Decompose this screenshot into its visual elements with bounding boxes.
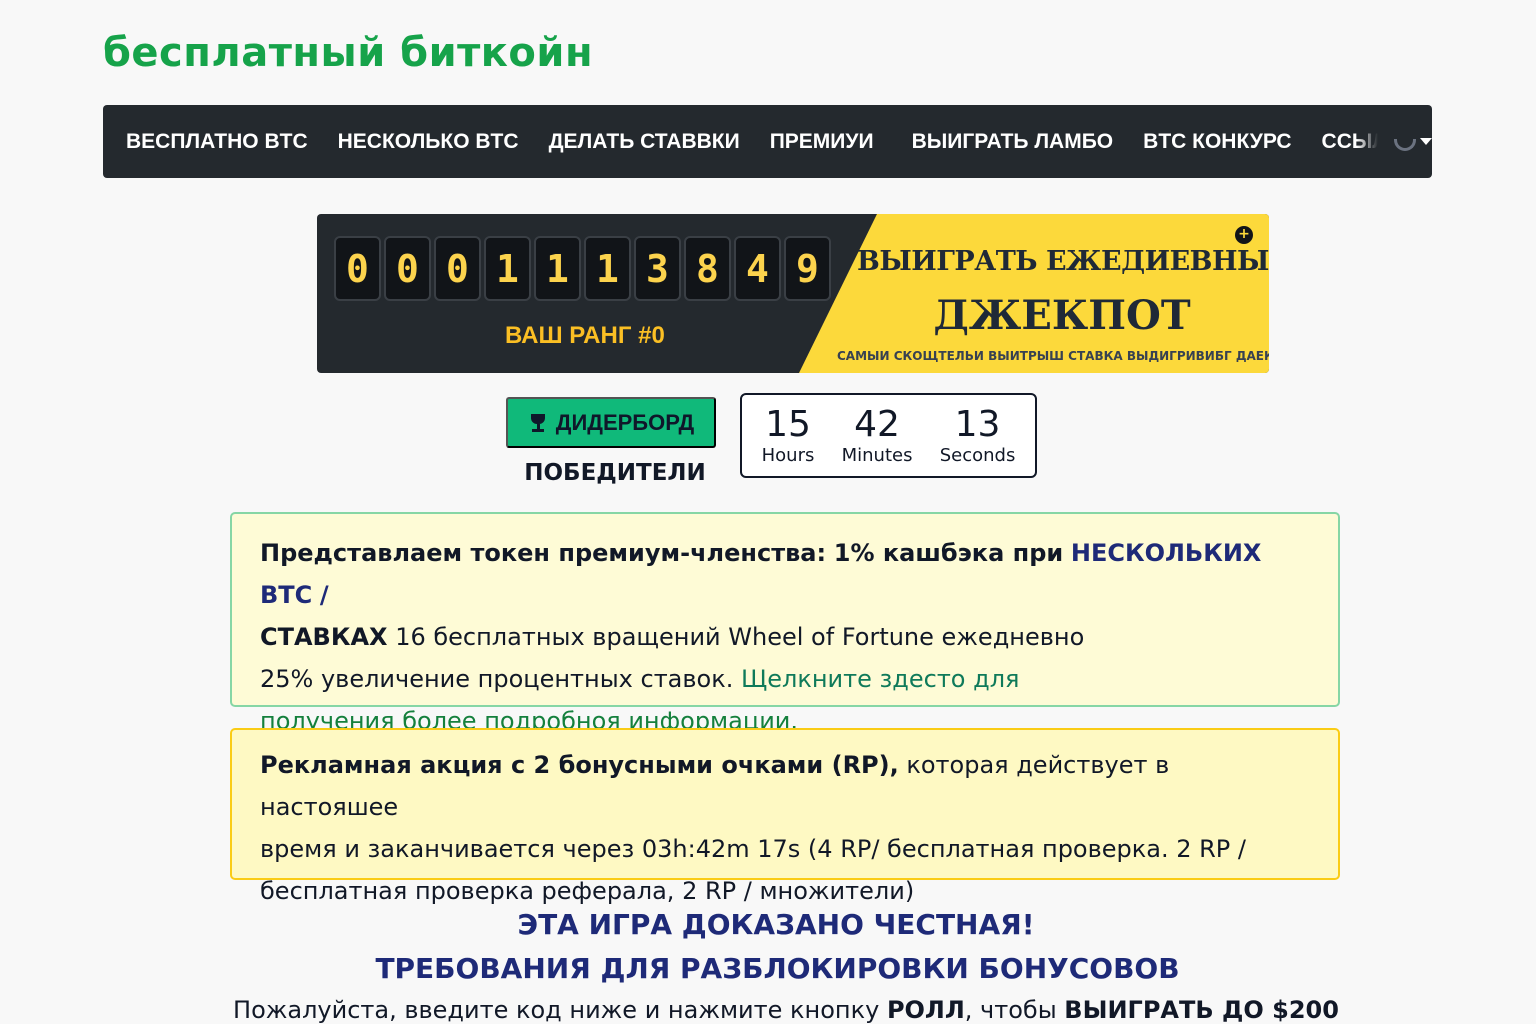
jackpot-subtitle: САМЫИ СКОЩТЕЛЬИ ВЫИТРЫШ СТАВКА ВЫДИГРИВИ… bbox=[837, 349, 1269, 363]
jackpot-digit: 0 bbox=[334, 236, 381, 301]
winners-link[interactable]: ПОБЕДИТЕЛИ bbox=[506, 460, 724, 486]
jackpot-digit: 3 bbox=[634, 236, 681, 301]
nav-make-bets[interactable]: ДЕЛАТЬ СТАВВКИ bbox=[534, 130, 755, 154]
nav-premium[interactable]: ПРЕМИУИ bbox=[755, 130, 889, 154]
jackpot-digit: 1 bbox=[584, 236, 631, 301]
rp-promotion-notice: Рекламная акция с 2 бонусными очками (RP… bbox=[230, 728, 1340, 905]
premium-slash: / bbox=[319, 581, 329, 609]
more-info-link[interactable]: Щелкните здесто для bbox=[741, 665, 1020, 693]
countdown-seconds: 13 Seconds bbox=[939, 404, 1016, 467]
provably-fair-title[interactable]: ЭТА ИГРА ДОКАЗАНО ЧЕСТНАЯ! bbox=[0, 908, 1536, 941]
leaderboard-button-label: ДИДЕРБОРД bbox=[555, 409, 695, 435]
roll-instructions: Пожалуйста, введите код ниже и нажмите к… bbox=[0, 996, 1536, 1024]
jackpot-digit: 4 bbox=[734, 236, 781, 301]
premium-token-notice: Представлаем токен премиум-членства: 1% … bbox=[230, 512, 1340, 735]
jackpot-digit: 8 bbox=[684, 236, 731, 301]
nav-referrals[interactable]: ССЫЛАТ bbox=[1307, 130, 1378, 154]
jackpot-counter: 0 0 0 1 1 1 3 8 4 9 bbox=[334, 236, 831, 301]
roll-win: ВЫИГРАТЬ ДО $200 bbox=[1064, 996, 1339, 1024]
hours-value: 15 bbox=[765, 404, 811, 445]
bonus-requirements-title[interactable]: ТРЕБОВАНИЯ ДЛЯ РАЗБЛОКИРОВКИ БОНУСОВОВ bbox=[0, 952, 1536, 985]
roll-text-mid: , чтобы bbox=[964, 996, 1057, 1024]
premium-intro: Представлаем токен премиум-членства: bbox=[260, 539, 827, 567]
jackpot-digit: 1 bbox=[484, 236, 531, 301]
site-logo[interactable]: бесплатный биткойн bbox=[103, 30, 593, 76]
nav-btc-contest[interactable]: BTC КОНКУРС bbox=[1128, 130, 1306, 154]
jackpot-digit: 0 bbox=[384, 236, 431, 301]
hours-label: Hours bbox=[761, 445, 815, 466]
page: бесплатный биткойн ВЕСПЛАТНО BTC НЕСКОЛЬ… bbox=[0, 0, 1536, 1024]
premium-cashback: 1% кашбэка при bbox=[833, 539, 1064, 567]
premium-spins: 16 бесплатных вращений Wheel of Fortune … bbox=[395, 623, 1085, 651]
bets-link[interactable]: СТАВКАХ bbox=[260, 623, 388, 651]
nav-win-lambo[interactable]: ВЫИГРАТЬ ЛАМБО bbox=[897, 130, 1129, 154]
seconds-value: 13 bbox=[954, 404, 1001, 445]
more-icon bbox=[1394, 138, 1416, 151]
nav-more-dropdown[interactable] bbox=[1394, 133, 1432, 151]
countdown-minutes: 42 Minutes bbox=[841, 404, 913, 467]
nav-free-btc[interactable]: ВЕСПЛАТНО BTC bbox=[111, 130, 323, 154]
jackpot-digit: 9 bbox=[784, 236, 831, 301]
roll-word: РОЛЛ bbox=[886, 996, 965, 1024]
daily-jackpot-banner[interactable]: 0 0 0 1 1 1 3 8 4 9 ВАШ РАНГ #0 + ВЫИГРА… bbox=[317, 214, 1269, 373]
jackpot-title: ВЫИГРАТЬ ЕЖЕДИЕВНЫЙ bbox=[857, 246, 1269, 277]
minutes-label: Minutes bbox=[841, 445, 913, 466]
promo-bold: Рекламная акция с 2 бонусными очками (RP… bbox=[260, 751, 899, 779]
countdown-timer: 15 Hours 42 Minutes 13 Seconds bbox=[740, 393, 1037, 478]
leaderboard-button[interactable]: ДИДЕРБОРД bbox=[506, 397, 716, 448]
chevron-down-icon bbox=[1420, 138, 1432, 145]
premium-interest: 25% увеличение процентных ставок. bbox=[260, 665, 734, 693]
jackpot-digit: 1 bbox=[534, 236, 581, 301]
promo-line2: время и заканчивается через 03h:42m 17s … bbox=[260, 835, 1246, 863]
countdown-hours: 15 Hours bbox=[761, 404, 815, 467]
main-navbar: ВЕСПЛАТНО BTC НЕСКОЛЬКО BTC ДЕЛАТЬ СТАВВ… bbox=[103, 105, 1432, 178]
nav-multiply-btc[interactable]: НЕСКОЛЬКО BTC bbox=[323, 130, 534, 154]
trophy-icon bbox=[528, 413, 548, 433]
user-rank: ВАШ РАНГ #0 bbox=[505, 322, 665, 349]
jackpot-digit: 0 bbox=[434, 236, 481, 301]
jackpot-title-word: ДЖЕКПОТ bbox=[933, 292, 1191, 339]
promo-line3: бесплатная проверка реферала, 2 RP / мно… bbox=[260, 877, 915, 905]
plus-circle-icon[interactable]: + bbox=[1235, 226, 1253, 244]
minutes-value: 42 bbox=[854, 404, 900, 445]
roll-text-start: Пожалуйста, введите код ниже и нажмите к… bbox=[233, 996, 880, 1024]
seconds-label: Seconds bbox=[939, 445, 1016, 466]
